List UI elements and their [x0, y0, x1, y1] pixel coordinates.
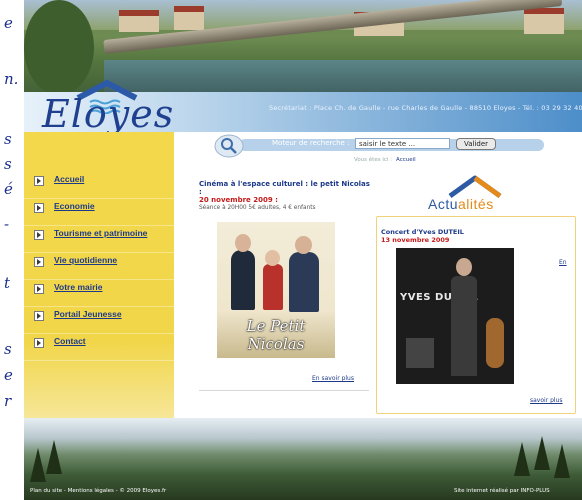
sidebar-item-votre-mairie[interactable]: Votre mairie	[24, 280, 174, 307]
sidebar-link[interactable]: Contact	[54, 336, 86, 346]
arrow-bullet-icon	[34, 311, 44, 321]
logo-text: Eloyes	[42, 92, 175, 136]
banner-house	[119, 10, 159, 32]
sidebar-link[interactable]: Tourisme et patrimoine	[54, 228, 147, 238]
arrow-bullet-icon	[34, 338, 44, 348]
search-label: Moteur de recherche :	[272, 139, 350, 147]
fragment-text: s	[4, 340, 12, 358]
amplifier-shape	[406, 338, 434, 368]
sidebar-item-tourisme[interactable]: Tourisme et patrimoine	[24, 226, 174, 253]
poster-figure	[235, 234, 251, 252]
guitar-icon	[486, 318, 504, 368]
fragment-text: n.	[4, 70, 19, 88]
sidebar-item-vie-quotidienne[interactable]: Vie quotidienne	[24, 253, 174, 280]
actualites-heading-main: Actu	[428, 196, 459, 212]
footer-links[interactable]: Plan du site - Mentions légales - © 2009…	[30, 488, 166, 494]
sidebar-item-contact[interactable]: Contact	[24, 334, 174, 361]
footer-credit[interactable]: Site internet réalisé par INFO-PLUS	[454, 488, 550, 494]
poster-figure	[265, 250, 280, 266]
poster-title: Le Petit Nicolas	[246, 317, 306, 353]
search-input[interactable]	[355, 138, 450, 149]
sidebar-link[interactable]: Accueil	[54, 174, 84, 184]
movie-poster-image[interactable]: Le Petit Nicolas	[217, 222, 335, 358]
poster-figure	[231, 250, 255, 310]
adjacent-window-strip: e n. s s é - t s e r	[0, 0, 24, 500]
sidebar-link[interactable]: Votre mairie	[54, 282, 103, 292]
sidebar-link[interactable]: Vie quotidienne	[54, 255, 117, 265]
search-submit-button[interactable]: Valider	[456, 138, 496, 150]
banner-house	[524, 8, 564, 34]
fragment-text: s	[4, 155, 12, 173]
footer-tree	[46, 440, 62, 474]
arrow-bullet-icon	[34, 257, 44, 267]
arrow-bullet-icon	[34, 284, 44, 294]
photo-figure	[456, 258, 472, 276]
sidebar-link[interactable]: Portail Jeunesse	[54, 309, 122, 319]
contact-info: Secrétariat : Place Ch. de Gaulle - rue …	[269, 104, 582, 112]
actualites-heading: Actualités	[428, 196, 494, 212]
divider	[199, 390, 369, 391]
fragment-text: t	[4, 274, 11, 292]
arrow-bullet-icon	[34, 230, 44, 240]
sidebar: Accueil Economie Tourisme et patrimoine …	[24, 132, 174, 432]
breadcrumb-current[interactable]: Accueil	[396, 157, 416, 163]
sidebar-item-accueil[interactable]: Accueil	[24, 172, 174, 199]
news-description: Séance à 20H00 5€ adultes, 4 € enfants	[199, 205, 316, 211]
sidebar-nav: Accueil Economie Tourisme et patrimoine …	[24, 172, 174, 361]
actualites-en-link[interactable]: En	[559, 259, 567, 266]
footer-tree	[30, 448, 46, 482]
fragment-text: e	[4, 14, 13, 32]
actualites-item-date: 13 novembre 2009	[381, 236, 450, 244]
poster-figure	[289, 252, 319, 312]
footer-tree	[514, 442, 530, 476]
fragment-text: r	[4, 392, 12, 410]
fragment-text: e	[4, 366, 13, 384]
sidebar-link[interactable]: Economie	[54, 201, 95, 211]
actualites-read-more-link[interactable]: savoir plus	[530, 397, 562, 404]
fragment-text: é	[4, 180, 13, 198]
web-page: Secrétariat : Place Ch. de Gaulle - rue …	[24, 0, 582, 500]
concert-photo-image[interactable]: YVES DUTEIL	[396, 248, 514, 384]
magnifier-icon[interactable]	[214, 134, 244, 158]
actualites-heading-accent: alités	[458, 196, 494, 212]
poster-figure	[295, 236, 312, 254]
photo-figure	[451, 276, 477, 376]
footer-tree	[554, 444, 570, 478]
breadcrumb-prefix: Vous êtes ici :	[354, 157, 393, 163]
banner-house	[174, 6, 204, 30]
arrow-bullet-icon	[34, 176, 44, 186]
actualites-item-title[interactable]: Concert d'Yves DUTEIL	[381, 228, 464, 236]
breadcrumb: Vous êtes ici : Accueil	[354, 157, 416, 163]
news-title[interactable]: Cinéma à l'espace culturel : le petit Ni…	[199, 180, 374, 196]
sidebar-item-economie[interactable]: Economie	[24, 199, 174, 226]
sidebar-item-portail-jeunesse[interactable]: Portail Jeunesse	[24, 307, 174, 334]
footer-tree	[534, 436, 550, 470]
news-date: 20 novembre 2009 :	[199, 196, 278, 204]
arrow-bullet-icon	[34, 203, 44, 213]
fragment-text: s	[4, 130, 12, 148]
poster-figure	[263, 264, 283, 310]
news-read-more-link[interactable]: En savoir plus	[312, 375, 354, 382]
fragment-text: -	[4, 215, 10, 233]
